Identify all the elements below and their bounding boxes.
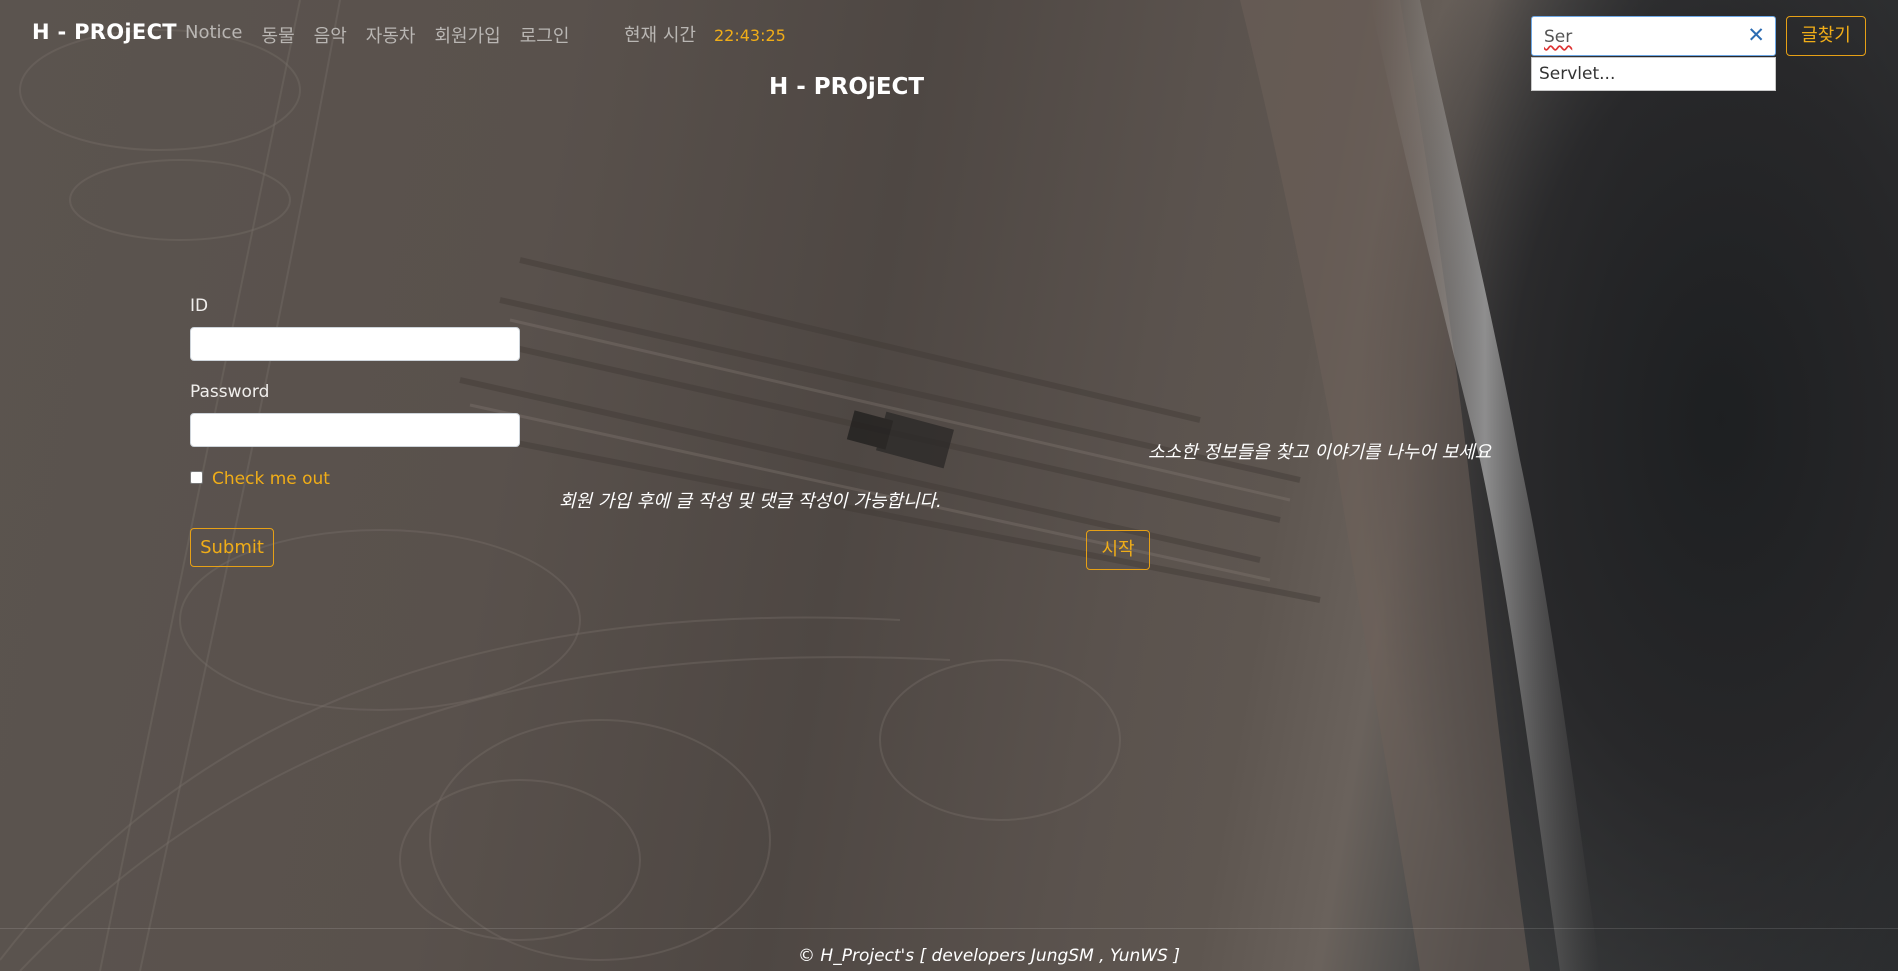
current-time: 현재 시간 22:43:25 <box>624 21 786 47</box>
nav-item-signup[interactable]: 회원가입 <box>434 22 500 48</box>
nav-item-cars[interactable]: 자동차 <box>366 22 416 48</box>
clear-search-icon[interactable]: ✕ <box>1747 23 1765 47</box>
id-field[interactable] <box>190 327 520 361</box>
nav-item-music[interactable]: 음악 <box>314 22 347 48</box>
hero-signup-notice: 회원 가입 후에 글 작성 및 댓글 작성이 가능합니다. <box>559 491 942 512</box>
footer-divider <box>0 928 1898 929</box>
search-input[interactable]: Ser ✕ <box>1531 16 1776 56</box>
password-label: Password <box>190 382 270 402</box>
main-nav: Notice 동물 음악 자동차 회원가입 로그인 <box>185 22 588 48</box>
current-time-value: 22:43:25 <box>713 26 786 45</box>
nav-item-notice[interactable]: Notice <box>185 22 243 48</box>
page-title: H - PROjECT <box>769 74 925 100</box>
search-input-value: Ser <box>1544 27 1573 47</box>
id-label: ID <box>190 296 209 316</box>
search-button[interactable]: 글찾기 <box>1786 16 1866 56</box>
nav-item-animals[interactable]: 동물 <box>262 22 295 48</box>
search-suggestion-item[interactable]: Servlet... <box>1539 64 1615 84</box>
current-time-label: 현재 시간 <box>624 25 696 46</box>
brand-logo[interactable]: H - PROjECT <box>32 20 177 44</box>
footer-credits: © H_Project's [ developers JungSM , YunW… <box>798 946 1180 966</box>
password-field[interactable] <box>190 413 520 447</box>
check-me-out-checkbox[interactable] <box>190 471 203 484</box>
submit-button[interactable]: Submit <box>190 528 274 567</box>
nav-item-login[interactable]: 로그인 <box>520 22 570 48</box>
check-me-out-label[interactable]: Check me out <box>212 469 330 489</box>
hero-tagline: 소소한 정보들을 찾고 이야기를 나누어 보세요 <box>1148 442 1492 463</box>
search-suggestion-list: Servlet... <box>1531 57 1776 91</box>
start-button[interactable]: 시작 <box>1086 530 1150 570</box>
page-background: H - PROjECT Notice 동물 음악 자동차 회원가입 로그인 현재… <box>0 0 1898 971</box>
